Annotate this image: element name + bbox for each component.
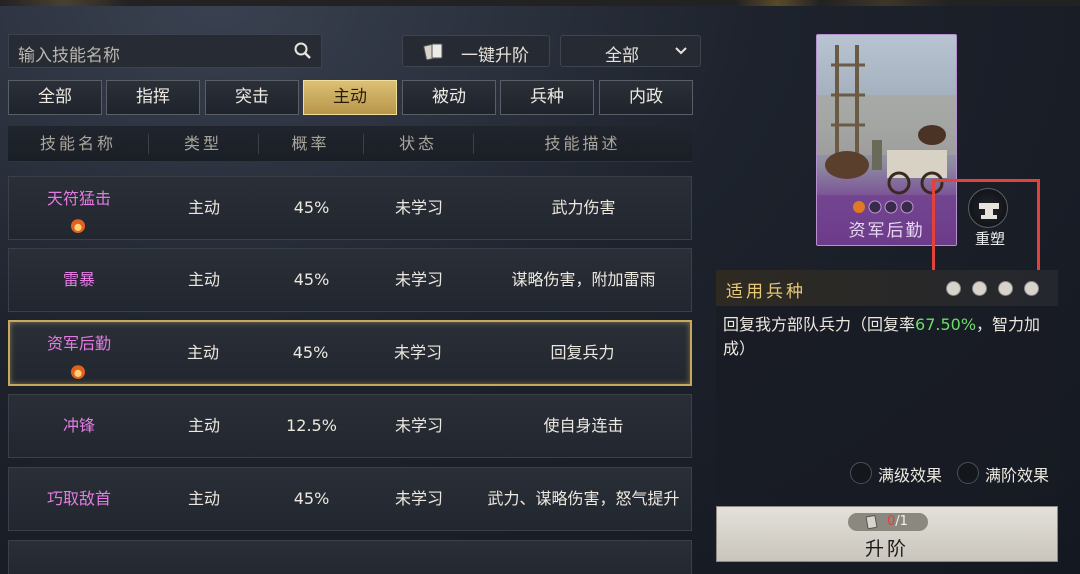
troop-type-header: 适用兵种	[716, 270, 1058, 306]
header-rate: 概率	[291, 134, 330, 153]
skill-name: 巧取敌首	[46, 489, 111, 508]
top-decoration	[0, 0, 1080, 6]
troop-type-title: 适用兵种	[726, 282, 806, 302]
header-description: 技能描述	[544, 134, 621, 153]
skill-description-text: 回复我方部队兵力（回复率67.50%，智力加成）	[723, 313, 1053, 361]
skill-rate: 45%	[293, 270, 330, 289]
skill-rate: 45%	[293, 198, 330, 217]
flame-icon	[71, 365, 85, 379]
tab-all[interactable]: 全部	[8, 80, 102, 115]
skill-search-input[interactable]: 输入技能名称	[8, 34, 322, 68]
cost-need: /1	[895, 514, 908, 529]
skill-type: 主动	[187, 416, 220, 435]
skill-description: 武力伤害	[551, 198, 616, 217]
skill-status: 未学习	[394, 270, 443, 289]
header-skill-name: 技能名称	[39, 134, 116, 153]
tab-domestic[interactable]: 内政	[599, 80, 693, 115]
skill-description: 使自身连击	[543, 416, 624, 435]
skill-description: 武力、谋略伤害，怒气提升	[487, 489, 680, 508]
table-row[interactable]: 雷暴 主动 45% 未学习 谋略伤害，附加雷雨	[8, 248, 692, 312]
skill-status: 未学习	[394, 416, 443, 435]
filter-value: 全部	[605, 46, 639, 66]
skill-type: 主动	[186, 343, 219, 362]
table-header: 技能名称 类型 概率 状态 技能描述	[8, 126, 692, 162]
upgrade-label: 升阶	[864, 538, 909, 560]
table-row-selected[interactable]: 资军后勤 主动 45% 未学习 回复兵力	[8, 320, 692, 386]
table-row[interactable]: 天符猛击 主动 45% 未学习 武力伤害	[8, 176, 692, 240]
upgrade-cost: 0/1	[887, 513, 908, 531]
skill-rate: 45%	[293, 489, 330, 508]
cavalry-icon	[946, 281, 961, 296]
desc-part: 回复我方部队兵力（回复率	[723, 315, 916, 334]
max-level-label: 满级效果	[878, 466, 943, 485]
search-icon[interactable]	[293, 41, 313, 61]
skill-name: 雷暴	[62, 270, 95, 289]
flame-icon	[71, 219, 85, 233]
upgrade-all-button[interactable]: 一键升阶	[402, 35, 550, 67]
bow-icon	[998, 281, 1013, 296]
skill-rate: 12.5%	[286, 416, 337, 435]
upgrade-rank-button[interactable]: 0/1 升阶	[716, 506, 1058, 562]
header-type: 类型	[183, 134, 222, 153]
search-placeholder: 输入技能名称	[18, 46, 120, 66]
radio-circle	[957, 462, 979, 484]
max-rank-label: 满阶效果	[985, 466, 1050, 485]
card-icon	[865, 515, 878, 530]
spear-icon	[1024, 281, 1039, 296]
header-status: 状态	[398, 134, 437, 153]
table-row[interactable]: 巧取敌首 主动 45% 未学习 武力、谋略伤害，怒气提升	[8, 467, 692, 531]
skill-type: 主动	[187, 270, 220, 289]
filter-dropdown[interactable]: 全部	[560, 35, 701, 67]
shield-icon	[972, 281, 987, 296]
skill-description: 回复兵力	[550, 343, 615, 362]
tab-assault[interactable]: 突击	[205, 80, 299, 115]
skill-description: 谋略伤害，附加雷雨	[511, 270, 656, 289]
recovery-rate: 67.50%	[915, 315, 977, 334]
skill-status: 未学习	[394, 198, 443, 217]
skill-type: 主动	[187, 489, 220, 508]
skill-rate: 45%	[292, 343, 329, 362]
skill-status: 未学习	[394, 489, 443, 508]
skill-type: 主动	[187, 198, 220, 217]
chevron-down-icon	[675, 47, 687, 55]
radio-circle	[850, 462, 872, 484]
table-row-partial[interactable]	[8, 540, 692, 574]
skill-status: 未学习	[393, 343, 442, 362]
tab-passive[interactable]: 被动	[402, 80, 496, 115]
tab-troop[interactable]: 兵种	[500, 80, 594, 115]
upgrade-all-label: 一键升阶	[461, 46, 529, 66]
tab-command[interactable]: 指挥	[106, 80, 200, 115]
cards-icon	[423, 43, 443, 61]
tab-active[interactable]: 主动	[303, 80, 397, 115]
skill-name: 冲锋	[62, 416, 95, 435]
table-row[interactable]: 冲锋 主动 12.5% 未学习 使自身连击	[8, 394, 692, 458]
